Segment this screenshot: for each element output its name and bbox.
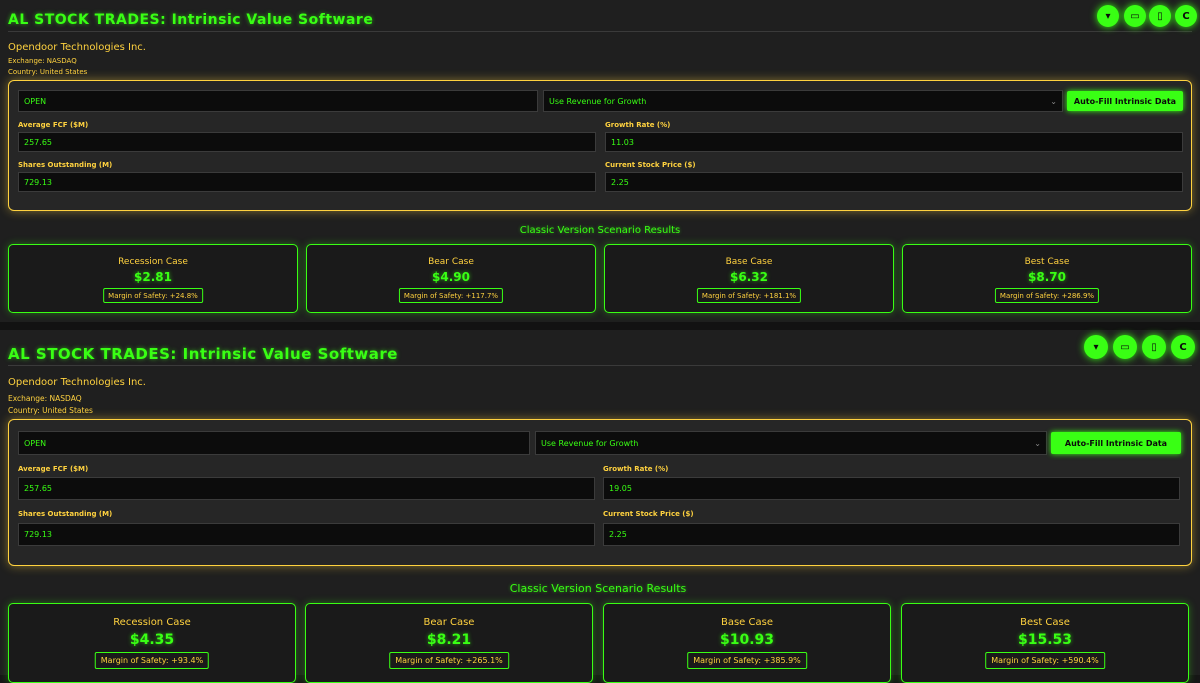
phone-icon[interactable]: ▯ [1142,335,1166,359]
country-label: Country: United States [8,68,88,76]
price-label: Current Stock Price ($) [603,510,694,518]
exchange-label: Exchange: NASDAQ [8,57,77,65]
scenario-name: Best Case [1020,617,1070,628]
margin-of-safety-badge: Margin of Safety: +265.1% [389,652,509,669]
fcf-input[interactable]: 257.65 [18,477,595,500]
scenario-value: $10.93 [719,632,775,648]
scenario-name: Recession Case [118,257,188,267]
company-name: Opendoor Technologies Inc. [8,377,146,388]
fcf-input[interactable]: 257.65 [18,132,596,152]
header-divider [8,31,1192,32]
scenario-value: $4.90 [432,270,470,284]
scenario-card-best: Best Case $8.70 Margin of Safety: +286.9… [902,244,1192,313]
exchange-label: Exchange: NASDAQ [8,394,82,403]
growth-rate-label: Growth Rate (%) [603,465,669,473]
chevron-down-icon: ⌄ [1050,96,1057,106]
scenario-value: $8.70 [1028,270,1066,284]
chevron-down-icon: ⌄ [1034,438,1041,448]
margin-of-safety-badge: Margin of Safety: +286.9% [994,288,1100,303]
chevron-down-icon[interactable]: ▾ [1097,5,1119,27]
shares-label: Shares Outstanding (M) [18,510,113,518]
shares-input[interactable]: 729.13 [18,523,595,546]
scenario-card-bear: Bear Case $8.21 Margin of Safety: +265.1… [305,603,593,683]
margin-of-safety-badge: Margin of Safety: +590.4% [985,652,1105,669]
scenario-name: Best Case [1024,257,1070,267]
shares-label: Shares Outstanding (M) [18,161,113,169]
margin-of-safety-badge: Margin of Safety: +181.1% [696,288,802,303]
scenario-value: $15.53 [1017,632,1073,648]
header-divider [8,365,1192,366]
calculator-panel-top: AL STOCK TRADES: Intrinsic Value Softwar… [0,0,1200,322]
margin-of-safety-badge: Margin of Safety: +93.4% [94,652,210,669]
scenario-name: Bear Case [423,617,475,628]
camera-icon[interactable]: ▭ [1124,5,1146,27]
scenario-name: Bear Case [428,257,474,267]
growth-rate-input[interactable]: 11.03 [605,132,1183,152]
autofill-button[interactable]: Auto-Fill Intrinsic Data [1067,91,1183,111]
scenario-card-recession: Recession Case $2.81 Margin of Safety: +… [8,244,298,313]
scenario-card-recession: Recession Case $4.35 Margin of Safety: +… [8,603,296,683]
chevron-down-icon[interactable]: ▾ [1084,335,1108,359]
fcf-label: Average FCF ($M) [18,465,89,473]
panel-separator [0,322,1200,330]
shares-input[interactable]: 729.13 [18,172,596,192]
input-form: OPEN Use Revenue for Growth ⌄ Auto-Fill I… [8,80,1192,211]
fcf-label: Average FCF ($M) [18,121,89,129]
scenario-value: $4.35 [129,632,175,648]
results-title: Classic Version Scenario Results [519,225,681,236]
growth-rate-input[interactable]: 19.05 [603,477,1180,500]
app-title: AL STOCK TRADES: Intrinsic Value Softwar… [8,12,374,28]
refresh-icon[interactable]: C [1171,335,1195,359]
ticker-input[interactable]: OPEN [18,90,538,112]
company-name: Opendoor Technologies Inc. [8,42,146,53]
results-title: Classic Version Scenario Results [509,582,687,595]
scenario-value: $6.32 [730,270,768,284]
scenario-card-base: Base Case $6.32 Margin of Safety: +181.1… [604,244,894,313]
autofill-button[interactable]: Auto-Fill Intrinsic Data [1051,432,1181,454]
input-form: OPEN Use Revenue for Growth ⌄ Auto-Fill I… [8,419,1192,566]
scenario-value: $2.81 [134,270,172,284]
growth-method-select[interactable]: Use Revenue for Growth ⌄ [535,431,1047,455]
margin-of-safety-badge: Margin of Safety: +24.8% [103,288,203,303]
calculator-panel-bottom: AL STOCK TRADES: Intrinsic Value Softwar… [0,330,1200,683]
phone-icon[interactable]: ▯ [1149,5,1171,27]
scenario-card-base: Base Case $10.93 Margin of Safety: +385.… [603,603,891,683]
margin-of-safety-badge: Margin of Safety: +385.9% [687,652,807,669]
growth-method-select[interactable]: Use Revenue for Growth ⌄ [543,90,1063,112]
app-title: AL STOCK TRADES: Intrinsic Value Softwar… [8,345,398,363]
growth-rate-label: Growth Rate (%) [605,121,671,129]
price-label: Current Stock Price ($) [605,161,696,169]
price-input[interactable]: 2.25 [603,523,1180,546]
price-input[interactable]: 2.25 [605,172,1183,192]
scenario-name: Base Case [720,617,773,628]
refresh-icon[interactable]: C [1175,5,1197,27]
ticker-input[interactable]: OPEN [18,431,530,455]
scenario-name: Recession Case [113,617,191,628]
camera-icon[interactable]: ▭ [1113,335,1137,359]
scenario-card-best: Best Case $15.53 Margin of Safety: +590.… [901,603,1189,683]
margin-of-safety-badge: Margin of Safety: +117.7% [398,288,504,303]
scenario-name: Base Case [725,257,773,267]
country-label: Country: United States [8,406,93,415]
scenario-card-bear: Bear Case $4.90 Margin of Safety: +117.7… [306,244,596,313]
scenario-value: $8.21 [426,632,472,648]
